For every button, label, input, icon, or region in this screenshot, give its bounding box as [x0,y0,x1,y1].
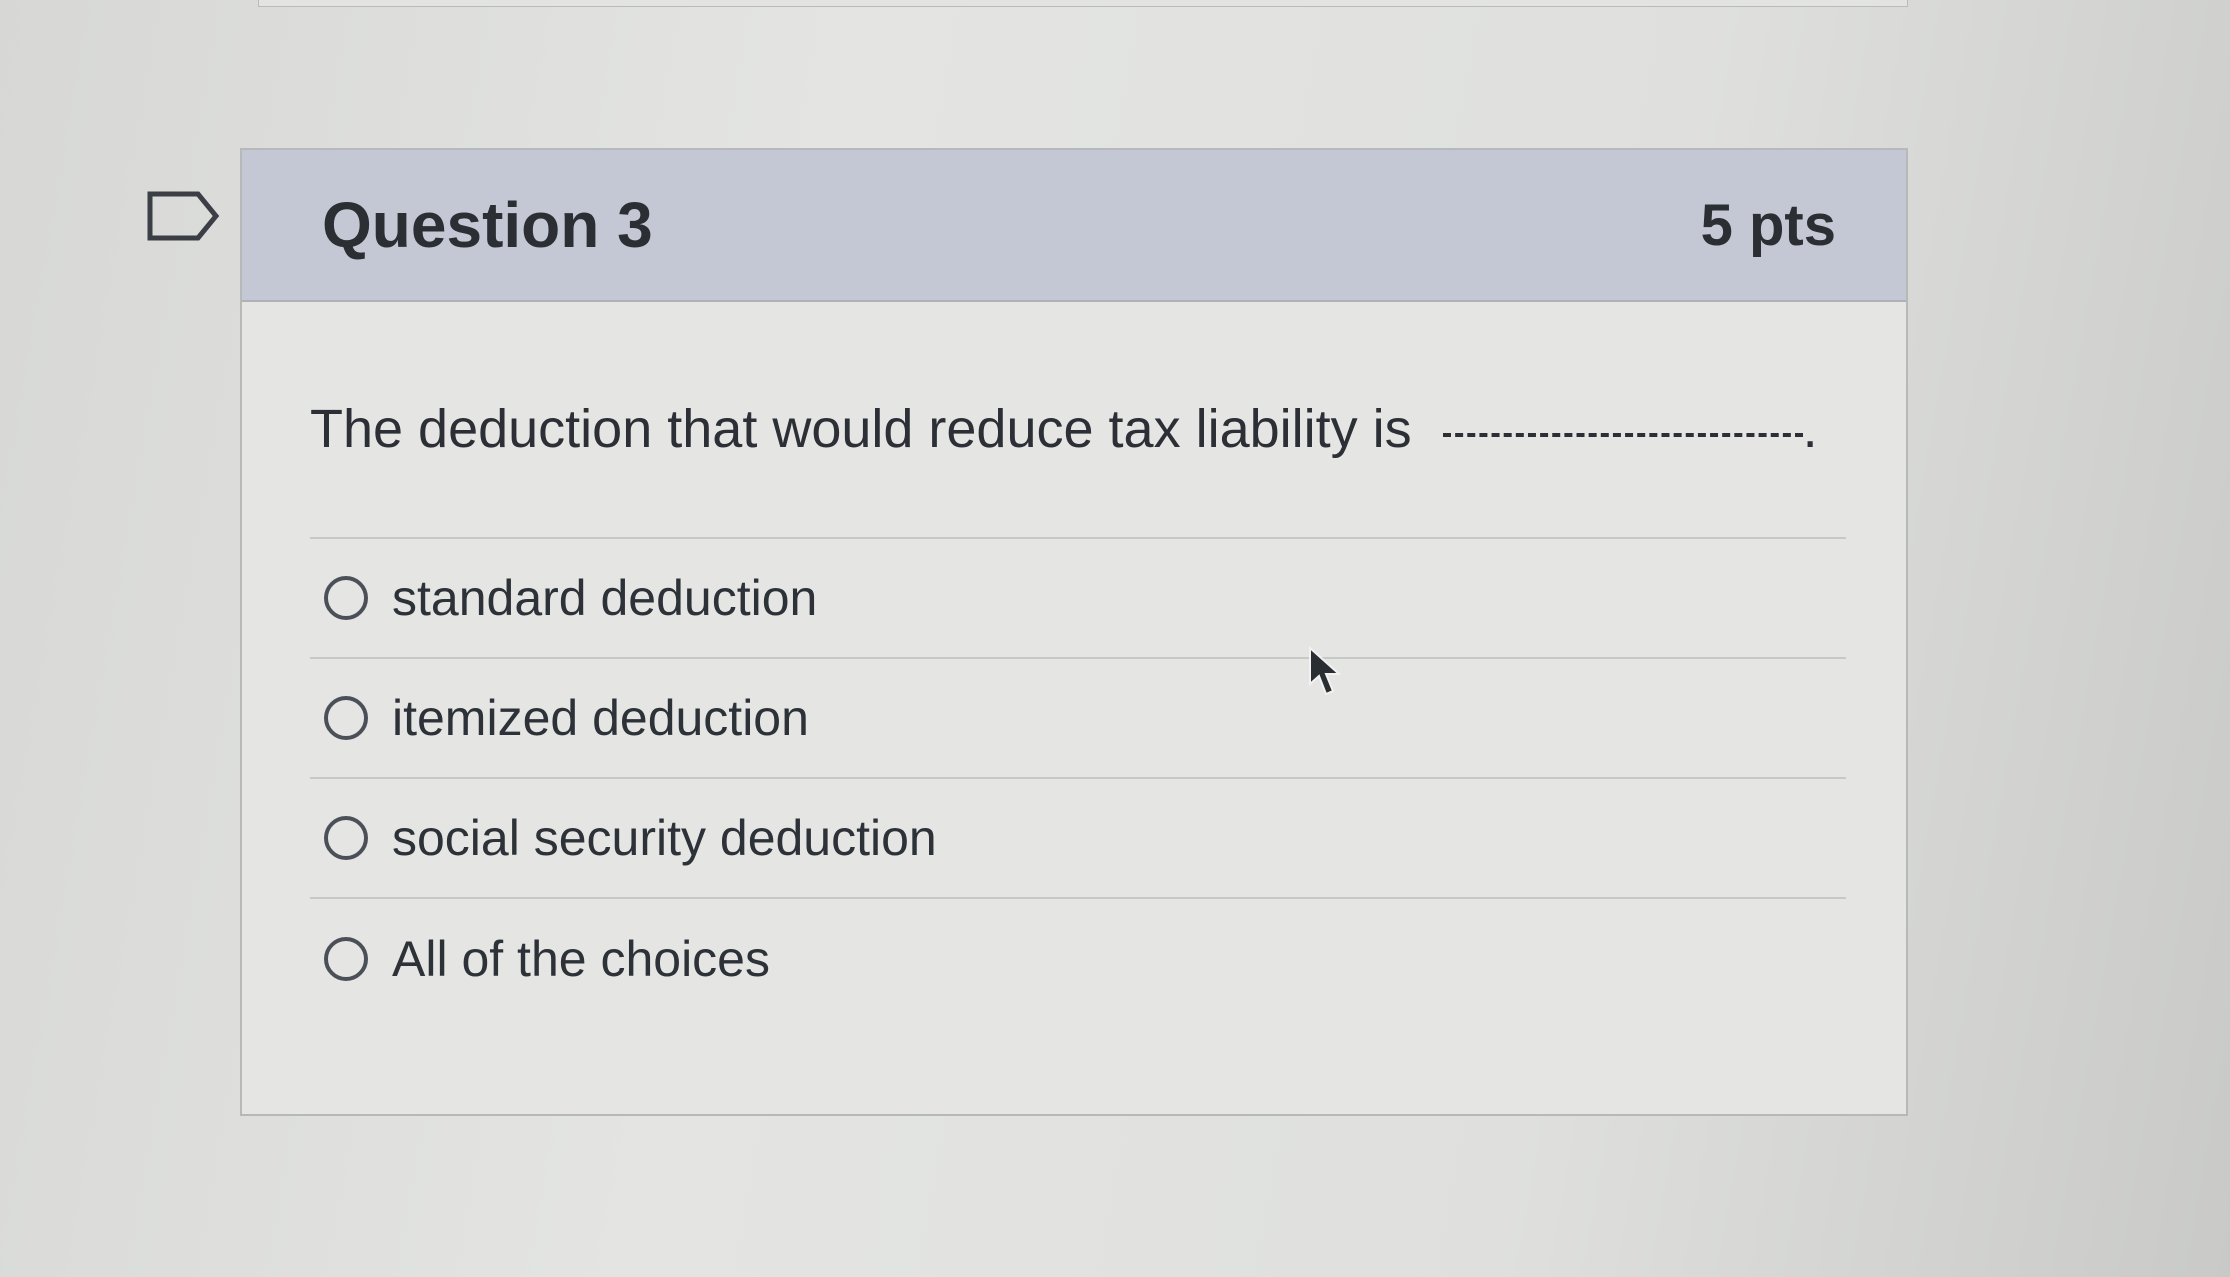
question-points: 5 pts [1700,192,1836,258]
question-body: The deduction that would reduce tax liab… [242,302,1906,1019]
radio-button[interactable] [324,696,368,741]
answer-option-standard-deduction[interactable]: standard deduction [310,539,1846,660]
answer-label: itemized deduction [392,690,809,747]
radio-button[interactable] [324,937,368,982]
answer-label: standard deduction [392,570,818,627]
answer-option-social-security-deduction[interactable]: social security deduction [310,779,1846,900]
radio-button[interactable] [324,816,368,861]
question-title: Question 3 [322,189,653,261]
flag-question-icon[interactable] [146,190,222,242]
question-card: Question 3 5 pts The deduction that woul… [240,148,1908,1116]
question-header: Question 3 5 pts [242,150,1906,302]
answer-list: standard deduction itemized deduction so… [310,537,1846,1019]
answer-option-itemized-deduction[interactable]: itemized deduction [310,659,1846,780]
radio-button[interactable] [324,576,368,621]
question-prompt-text: The deduction that would reduce tax liab… [310,399,1412,459]
previous-question-card-edge [258,0,1908,7]
question-prompt: The deduction that would reduce tax liab… [310,399,1846,459]
answer-label: social security deduction [392,810,937,867]
question-prompt-end: . [1802,399,1818,459]
answer-label: All of the choices [392,931,770,988]
answer-option-all-of-the-choices[interactable]: All of the choices [310,899,1846,1019]
mouse-cursor-icon [1309,646,1342,696]
answer-blank-line [1442,433,1803,437]
